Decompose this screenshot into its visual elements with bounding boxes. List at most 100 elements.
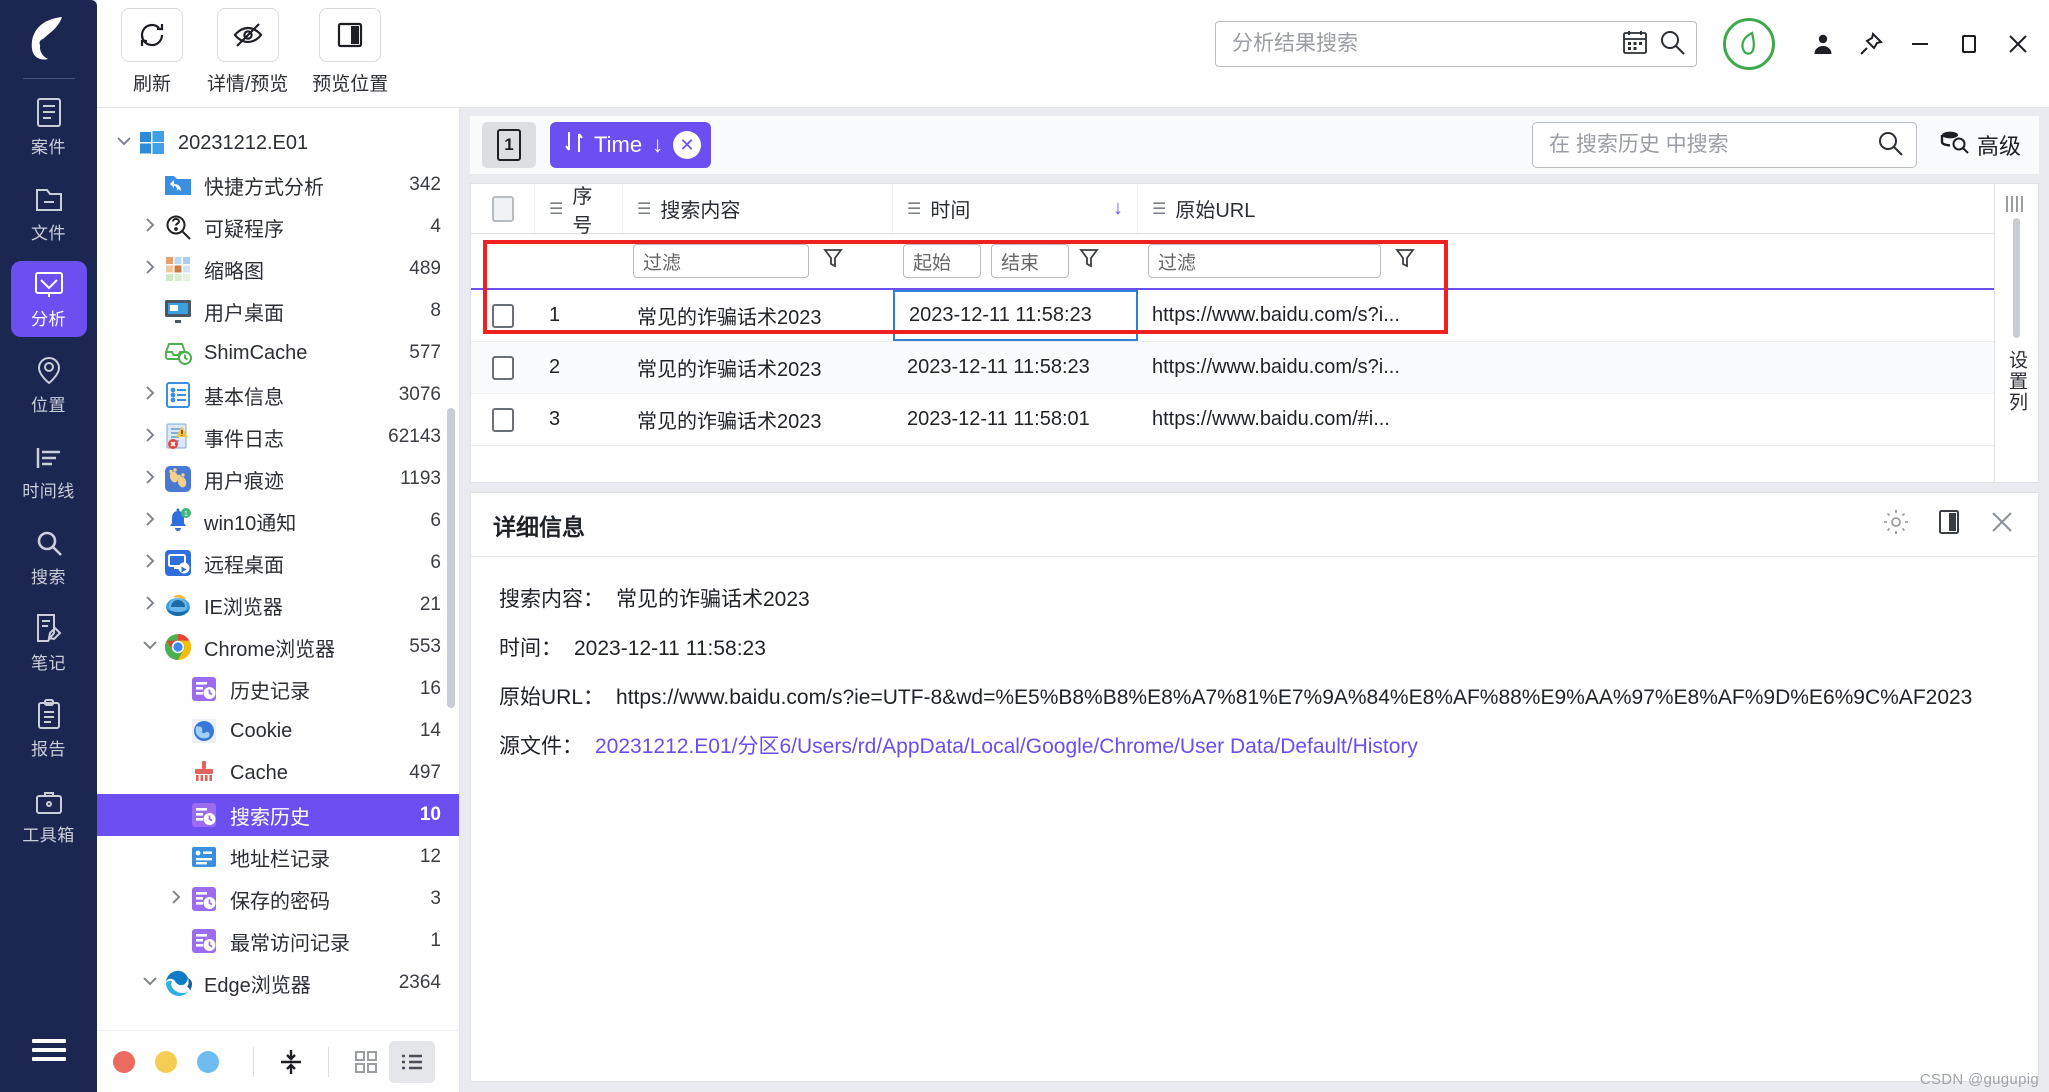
local-search-input[interactable] xyxy=(1548,133,1876,157)
pin-icon[interactable] xyxy=(1859,32,1883,56)
tree-node[interactable]: Cookie 14 xyxy=(97,710,459,752)
tree-node[interactable]: IE浏览器 21 xyxy=(97,584,459,626)
page-size-button[interactable]: 1 xyxy=(482,122,536,168)
cell-url[interactable]: https://www.baidu.com/#i... xyxy=(1138,394,1994,445)
column-settings-strip[interactable]: 设置列 xyxy=(1994,184,2038,482)
tree-node[interactable]: 搜索历史 10 xyxy=(97,794,459,836)
artifact-tree[interactable]: 20231212.E01 快捷方式分析 342 可疑程序 4 缩略图 489 用户桌面 8 Shi… xyxy=(97,108,459,1030)
funnel-icon[interactable] xyxy=(1395,247,1415,275)
calendar-icon[interactable] xyxy=(1622,29,1648,60)
sidebar-item-timeline[interactable]: 时间线 xyxy=(11,433,87,509)
tree-node[interactable]: Cache 497 xyxy=(97,752,459,794)
sidebar-item-analysis[interactable]: 分析 xyxy=(10,261,87,337)
chevron-right-icon[interactable] xyxy=(137,216,163,239)
panel-layout-icon[interactable] xyxy=(1936,508,1962,541)
sidebar-item-reports[interactable]: 报告 xyxy=(11,691,87,767)
header-col-time[interactable]: ☰ 时间 ↓ xyxy=(893,184,1138,233)
funnel-icon[interactable] xyxy=(823,247,843,275)
close-icon[interactable] xyxy=(1988,508,2016,541)
preview-position-button[interactable]: 预览位置 xyxy=(312,8,388,96)
chevron-right-icon[interactable] xyxy=(137,594,163,617)
sort-indicator-icon[interactable]: ↓ xyxy=(1113,197,1123,220)
table-row[interactable]: 3 常见的诈骗话术2023 2023-12-11 11:58:01 https://w… xyxy=(471,394,1994,446)
tree-node[interactable]: ShimCache 577 xyxy=(97,332,459,374)
tree-node[interactable]: 用户桌面 8 xyxy=(97,290,459,332)
tag-dot-yellow[interactable] xyxy=(155,1050,177,1073)
tree-node[interactable]: 可疑程序 4 xyxy=(97,206,459,248)
minimize-icon[interactable] xyxy=(1907,32,1933,56)
hamburger-menu-icon[interactable] xyxy=(31,1034,66,1066)
chevron-down-icon[interactable] xyxy=(137,972,163,995)
cell-index[interactable]: 2 xyxy=(535,342,623,393)
header-col-query[interactable]: ☰ 搜索内容 xyxy=(623,184,893,233)
tree-scrollbar[interactable] xyxy=(447,408,455,708)
account-icon[interactable] xyxy=(1811,32,1835,56)
chevron-right-icon[interactable] xyxy=(137,468,163,491)
maximize-icon[interactable] xyxy=(1957,32,1981,56)
gear-icon[interactable] xyxy=(1882,508,1910,541)
tree-node[interactable]: 1 win10通知 6 xyxy=(97,500,459,542)
cell-query[interactable]: 常见的诈骗话术2023 xyxy=(623,394,893,445)
header-select-all[interactable] xyxy=(471,184,535,233)
chevron-down-icon[interactable] xyxy=(137,636,163,659)
detail-preview-button[interactable]: 详情/预览 xyxy=(207,8,288,96)
header-col-index[interactable]: ☰ 序号 xyxy=(535,184,623,237)
cell-index[interactable]: 1 xyxy=(535,290,623,341)
tag-dot-red[interactable] xyxy=(113,1050,135,1073)
cell-time[interactable]: 2023-12-11 11:58:01 xyxy=(893,394,1138,445)
sidebar-item-toolbox[interactable]: 工具箱 xyxy=(11,777,87,853)
grid-view-button[interactable] xyxy=(343,1041,389,1083)
row-checkbox-cell[interactable] xyxy=(471,394,535,445)
search-icon[interactable] xyxy=(1876,129,1904,162)
sidebar-item-files[interactable]: 文件 xyxy=(11,175,87,251)
chevron-right-icon[interactable] xyxy=(137,384,163,407)
tree-node[interactable]: Edge浏览器 2364 xyxy=(97,962,459,1004)
filter-query-input[interactable]: 过滤 xyxy=(633,244,809,278)
collapse-expand-button[interactable] xyxy=(268,1041,314,1083)
green-leaf-badge-icon[interactable] xyxy=(1723,18,1775,70)
detail-field-link[interactable]: 20231212.E01/分区6/Users/rd/AppData/Local/… xyxy=(595,730,1418,760)
table-row[interactable]: 2 常见的诈骗话术2023 2023-12-11 11:58:23 https://w… xyxy=(471,342,1994,394)
cell-url[interactable]: https://www.baidu.com/s?i... xyxy=(1138,342,1994,393)
chevron-right-icon[interactable] xyxy=(163,888,189,911)
row-checkbox[interactable] xyxy=(492,355,514,380)
tree-node[interactable]: 历史记录 16 xyxy=(97,668,459,710)
sidebar-item-location[interactable]: 位置 xyxy=(11,347,87,423)
tree-node[interactable]: 地址栏记录 12 xyxy=(97,836,459,878)
row-checkbox[interactable] xyxy=(492,407,514,432)
filter-time-start-input[interactable]: 起始 xyxy=(903,244,981,278)
funnel-icon[interactable] xyxy=(1079,247,1099,275)
chevron-right-icon[interactable] xyxy=(137,258,163,281)
tree-node[interactable]: 事件日志 62143 xyxy=(97,416,459,458)
sort-chip-close-icon[interactable]: ✕ xyxy=(673,131,702,159)
refresh-button[interactable]: 刷新 xyxy=(121,8,183,96)
tree-node[interactable]: 远程桌面 6 xyxy=(97,542,459,584)
search-icon[interactable] xyxy=(1658,28,1686,61)
global-search-input[interactable] xyxy=(1232,32,1622,56)
cell-query[interactable]: 常见的诈骗话术2023 xyxy=(623,290,893,341)
advanced-search-button[interactable]: 高级 xyxy=(1939,129,2027,161)
select-all-checkbox[interactable] xyxy=(491,195,514,222)
row-checkbox[interactable] xyxy=(492,303,514,328)
tree-node[interactable]: 保存的密码 3 xyxy=(97,878,459,920)
tree-node[interactable]: 缩略图 489 xyxy=(97,248,459,290)
tree-node[interactable]: 快捷方式分析 342 xyxy=(97,164,459,206)
tree-node[interactable]: 用户痕迹 1193 xyxy=(97,458,459,500)
chevron-right-icon[interactable] xyxy=(137,510,163,533)
chevron-right-icon[interactable] xyxy=(137,552,163,575)
close-icon[interactable] xyxy=(2005,31,2031,57)
cell-url[interactable]: https://www.baidu.com/s?i... xyxy=(1138,290,1994,341)
row-checkbox-cell[interactable] xyxy=(471,290,535,341)
table-vertical-scrollbar[interactable] xyxy=(2013,218,2020,338)
cell-time[interactable]: 2023-12-11 11:58:23 xyxy=(893,290,1138,341)
table-row[interactable]: 1 常见的诈骗话术2023 2023-12-11 11:58:23 https://w… xyxy=(471,290,1994,342)
filter-url-input[interactable]: 过滤 xyxy=(1148,244,1381,278)
cell-query[interactable]: 常见的诈骗话术2023 xyxy=(623,342,893,393)
tree-node[interactable]: Chrome浏览器 553 xyxy=(97,626,459,668)
list-view-button[interactable] xyxy=(389,1040,435,1083)
cell-index[interactable]: 3 xyxy=(535,394,623,445)
chevron-down-icon[interactable] xyxy=(111,132,137,155)
cell-time[interactable]: 2023-12-11 11:58:23 xyxy=(893,342,1138,393)
tree-node[interactable]: 20231212.E01 xyxy=(97,122,459,164)
tag-dot-blue[interactable] xyxy=(197,1050,219,1073)
